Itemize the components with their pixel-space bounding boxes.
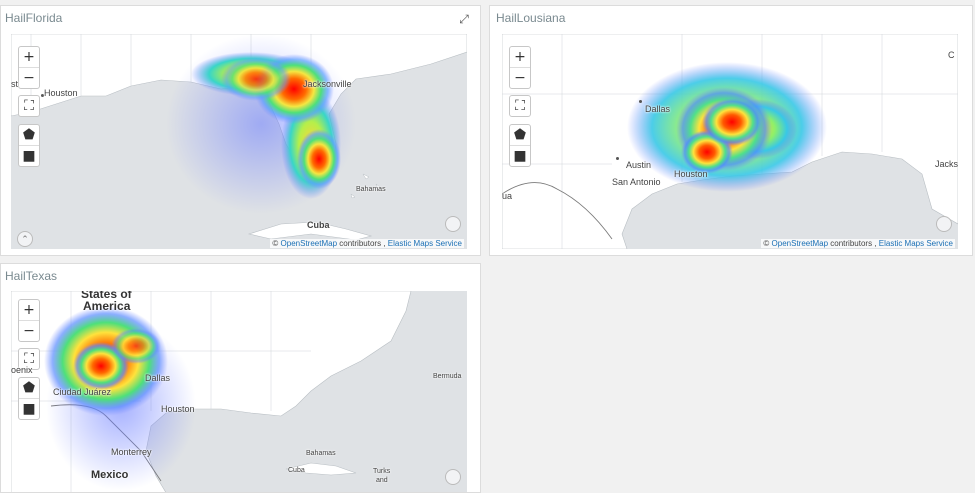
map-florida[interactable]: + − ⛶ ⬟ ■ st Houston Jacksonville Bahama… [11, 34, 467, 249]
map-label-st: st [11, 79, 19, 89]
map-attribution: © OpenStreetMap contributors , Elastic M… [761, 239, 955, 248]
city-dot [639, 100, 642, 103]
draw-rectangle-button[interactable]: ■ [510, 146, 530, 166]
map-label-oenix: oenix [11, 365, 33, 375]
panel-title: HailTexas [5, 269, 58, 283]
map-attribution: © OpenStreetMap contributors , Elastic M… [270, 239, 464, 248]
zoom-out-button[interactable]: − [510, 68, 530, 88]
map-label-america: America [83, 299, 131, 313]
map-texas[interactable]: States of America + − ⛶ ⬟ ■ oenix Ciudad… [11, 291, 467, 492]
map-label-ciudad-juarez: Ciudad Juárez [53, 387, 112, 397]
fit-controls: ⛶ [18, 95, 40, 117]
map-label-bermuda: Bermuda [433, 373, 462, 380]
map-label-and: and [376, 477, 388, 484]
map-label-jacks: Jacks [935, 159, 958, 169]
map-label-jacksonville: Jacksonville [303, 79, 352, 89]
scale-toggle-icon[interactable] [936, 216, 952, 232]
map-label-houston: Houston [44, 88, 78, 98]
map-label-houston: Houston [674, 169, 708, 179]
map-label-cuba: Cuba [307, 220, 330, 230]
map-label-austin: Austin [626, 160, 652, 170]
map-label-dallas: Dallas [145, 373, 171, 383]
map-label-cuba: Cuba [288, 467, 305, 474]
draw-controls: ⬟ ■ [18, 377, 40, 420]
panel-title: HailLousiana [496, 11, 566, 25]
fit-bounds-button[interactable]: ⛶ [19, 96, 39, 116]
map-louisiana[interactable]: + − ⛶ ⬟ ■ Dallas Austin San Antonio Hous… [502, 34, 958, 249]
map-label-ua: ua [502, 191, 513, 201]
draw-controls: ⬟ ■ [509, 124, 531, 167]
ems-link[interactable]: Elastic Maps Service [388, 239, 462, 248]
ems-link[interactable]: Elastic Maps Service [879, 239, 953, 248]
draw-controls: ⬟ ■ [18, 124, 40, 167]
map-label-c: C [948, 50, 955, 60]
panel-hail-louisiana: HailLousiana + − ⛶ ⬟ ■ Dallas Austin San… [489, 5, 973, 256]
map-label-houston: Houston [161, 404, 195, 414]
map-label-san-antonio: San Antonio [612, 177, 661, 187]
panel-title: HailFlorida [5, 11, 63, 25]
map-canvas [502, 34, 958, 249]
zoom-out-button[interactable]: − [19, 68, 39, 88]
osm-link[interactable]: OpenStreetMap [281, 239, 337, 248]
fit-bounds-button[interactable]: ⛶ [510, 96, 530, 116]
scale-toggle-icon[interactable] [445, 216, 461, 232]
map-label-turks: Turks [373, 468, 391, 475]
zoom-in-button[interactable]: + [19, 300, 39, 321]
zoom-in-button[interactable]: + [510, 47, 530, 68]
map-canvas [11, 34, 467, 241]
panel-hail-florida: HailFlorida ⤢ + − ⛶ ⬟ ■ st Houston Jacks… [0, 5, 481, 256]
fit-controls: ⛶ [509, 95, 531, 117]
zoom-out-button[interactable]: − [19, 321, 39, 341]
draw-polygon-button[interactable]: ⬟ [510, 125, 530, 146]
osm-link[interactable]: OpenStreetMap [772, 239, 828, 248]
draw-rectangle-button[interactable]: ■ [19, 399, 39, 419]
map-label-monterrey: Monterrey [111, 447, 152, 457]
compass-icon[interactable]: ⌃ [17, 231, 33, 247]
map-label-dallas: Dallas [645, 104, 671, 114]
map-label-mexico: Mexico [91, 469, 129, 481]
map-label-bahamas: Bahamas [356, 186, 386, 193]
draw-rectangle-button[interactable]: ■ [19, 146, 39, 166]
expand-icon[interactable]: ⤢ [457, 12, 471, 26]
zoom-in-button[interactable]: + [19, 47, 39, 68]
zoom-controls: + − [18, 299, 40, 342]
panel-hail-texas: HailTexas States of America + − ⛶ ⬟ ■ oe… [0, 263, 481, 493]
zoom-controls: + − [509, 46, 531, 89]
draw-polygon-button[interactable]: ⬟ [19, 378, 39, 399]
zoom-controls: + − [18, 46, 40, 89]
draw-polygon-button[interactable]: ⬟ [19, 125, 39, 146]
map-label-bahamas: Bahamas [306, 450, 336, 457]
city-dot [616, 157, 619, 160]
scale-toggle-icon[interactable] [445, 469, 461, 485]
